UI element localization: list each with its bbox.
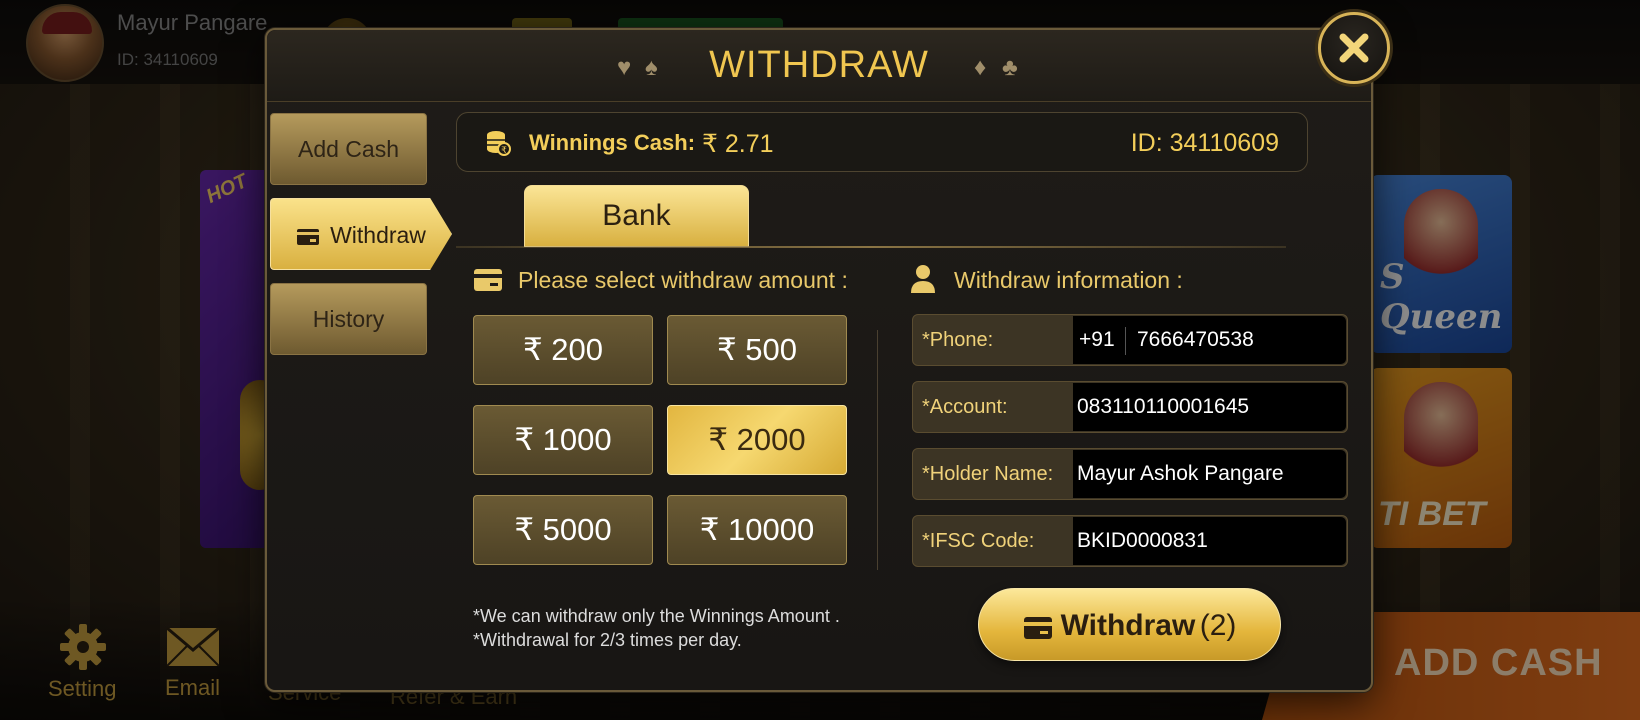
withdraw-submit-button[interactable]: Withdraw (2)	[978, 588, 1281, 661]
ifsc-field-row: *IFSC Code: BKID0000831	[912, 515, 1348, 567]
amount-button-10000[interactable]: ₹ 10000	[667, 495, 847, 565]
svg-text:₹: ₹	[501, 146, 507, 156]
card-icon	[474, 269, 502, 291]
phone-field-row: *Phone: +91 7666470538	[912, 314, 1348, 366]
modal-header: WITHDRAW ♥ ♠ ♦ ♣	[267, 30, 1371, 102]
winnings-value: ₹ 2.71	[702, 130, 774, 158]
winnings-user-id: ID: 34110609	[1130, 129, 1279, 157]
tab-divider	[456, 246, 1286, 248]
winnings-bar: ₹ Winnings Cash: ₹ 2.71 ID: 34110609	[456, 112, 1308, 172]
section-divider	[877, 330, 878, 570]
tab-bank[interactable]: Bank	[524, 185, 749, 247]
tab-withdraw-label: Withdraw	[330, 222, 426, 248]
wallet-card-icon	[1023, 616, 1052, 639]
tab-add-cash-label: Add Cash	[297, 136, 399, 162]
diamond-suit-icon: ♦	[974, 54, 987, 81]
amount-section-title: Please select withdraw amount :	[518, 267, 848, 293]
club-suit-icon: ♣	[1002, 54, 1018, 81]
spade-suit-icon: ♠	[645, 54, 658, 81]
amount-button-200[interactable]: ₹ 200	[473, 315, 653, 385]
withdraw-notes: *We can withdraw only the Winnings Amoun…	[473, 604, 840, 652]
wallet-card-icon	[297, 228, 320, 245]
ifsc-label: *IFSC Code:	[922, 530, 1035, 552]
close-button[interactable]	[1318, 12, 1390, 84]
tab-history-label: History	[312, 306, 385, 332]
amount-button-500[interactable]: ₹ 500	[667, 315, 847, 385]
account-label: *Account:	[922, 396, 1008, 418]
phone-label: *Phone:	[922, 329, 994, 351]
phone-country-code[interactable]: +91	[1073, 316, 1128, 364]
modal-title: WITHDRAW	[709, 44, 929, 86]
info-section-title: Withdraw information :	[954, 267, 1183, 293]
coins-icon: ₹	[487, 131, 511, 156]
phone-separator	[1125, 327, 1126, 355]
amount-button-5000[interactable]: ₹ 5000	[473, 495, 653, 565]
tab-history[interactable]: History	[270, 283, 427, 355]
account-input[interactable]: 083110110001645	[1073, 383, 1346, 431]
holder-name-field-row: *Holder Name: Mayur Ashok Pangare	[912, 448, 1348, 500]
tab-bank-label: Bank	[602, 199, 671, 232]
holder-name-label: *Holder Name:	[922, 463, 1054, 485]
ifsc-input[interactable]: BKID0000831	[1073, 517, 1346, 565]
withdraw-button-label: Withdraw	[1060, 609, 1196, 642]
note-line: *We can withdraw only the Winnings Amoun…	[473, 606, 840, 626]
holder-name-input[interactable]: Mayur Ashok Pangare	[1073, 450, 1346, 498]
note-line: *Withdrawal for 2/3 times per day.	[473, 630, 742, 650]
tab-withdraw[interactable]: Withdraw	[270, 198, 452, 270]
amount-button-2000[interactable]: ₹ 2000	[667, 405, 847, 475]
account-field-row: *Account: 083110110001645	[912, 381, 1348, 433]
user-icon	[911, 265, 935, 293]
close-icon	[1339, 33, 1369, 63]
tab-add-cash[interactable]: Add Cash	[270, 113, 427, 185]
heart-suit-icon: ♥	[617, 54, 632, 81]
amount-button-1000[interactable]: ₹ 1000	[473, 405, 653, 475]
withdraw-count: (2)	[1199, 609, 1237, 642]
winnings-label: Winnings Cash:	[529, 130, 696, 155]
